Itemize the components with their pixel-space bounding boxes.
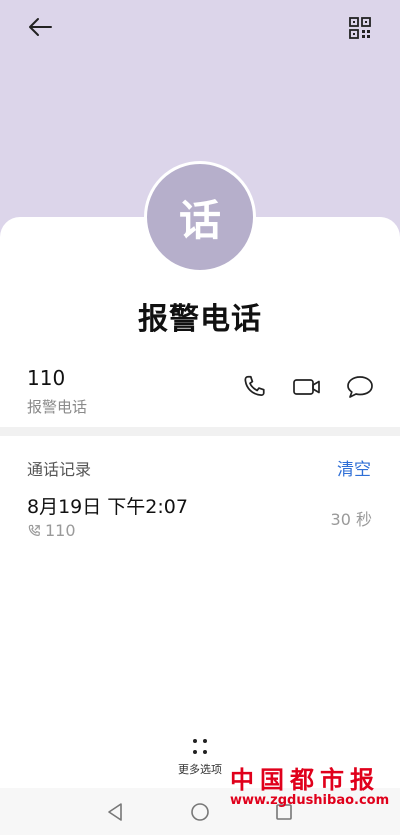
- call-log-datetime: 8月19日 下午2:07: [27, 496, 188, 518]
- message-button[interactable]: [345, 372, 375, 402]
- video-call-icon: [293, 379, 320, 395]
- call-button[interactable]: [239, 372, 269, 402]
- outgoing-call-icon: [28, 524, 40, 536]
- nav-back-button[interactable]: [101, 798, 129, 826]
- clear-log-button[interactable]: 清空: [337, 455, 371, 480]
- phone-number[interactable]: 110: [27, 366, 65, 390]
- watermark-brand: 中国都市报: [230, 765, 380, 794]
- nav-home-button[interactable]: [186, 798, 214, 826]
- call-log-number: 110: [45, 521, 76, 540]
- section-divider: [0, 427, 400, 436]
- more-options-label: 更多选项: [178, 763, 222, 776]
- avatar-initial: 话: [178, 195, 221, 245]
- qr-code-icon: [349, 17, 371, 39]
- circle-home-icon: [191, 803, 209, 821]
- watermark: 中国都市报 www.zgdushibao.com: [218, 760, 398, 820]
- call-log-entry[interactable]: 8月19日 下午2:07 110 30 秒: [0, 486, 400, 546]
- phone-icon: [244, 375, 265, 396]
- call-log-title: 通话记录: [27, 460, 92, 479]
- qr-code-button[interactable]: [346, 14, 374, 42]
- call-log-duration: 30 秒: [330, 510, 372, 529]
- number-row[interactable]: 110 报警电话: [0, 360, 400, 422]
- back-button[interactable]: [22, 12, 58, 42]
- triangle-back-icon: [108, 803, 122, 821]
- message-icon: [347, 376, 373, 398]
- video-call-button[interactable]: [292, 372, 322, 402]
- number-label: 报警电话: [27, 398, 88, 416]
- more-dots-icon: [193, 739, 207, 754]
- call-log-number-row: 110: [27, 521, 76, 540]
- avatar: 话: [144, 161, 256, 273]
- back-arrow-icon: [29, 18, 52, 36]
- watermark-url: www.zgdushibao.com: [230, 793, 390, 808]
- contact-name: 报警电话: [138, 302, 262, 337]
